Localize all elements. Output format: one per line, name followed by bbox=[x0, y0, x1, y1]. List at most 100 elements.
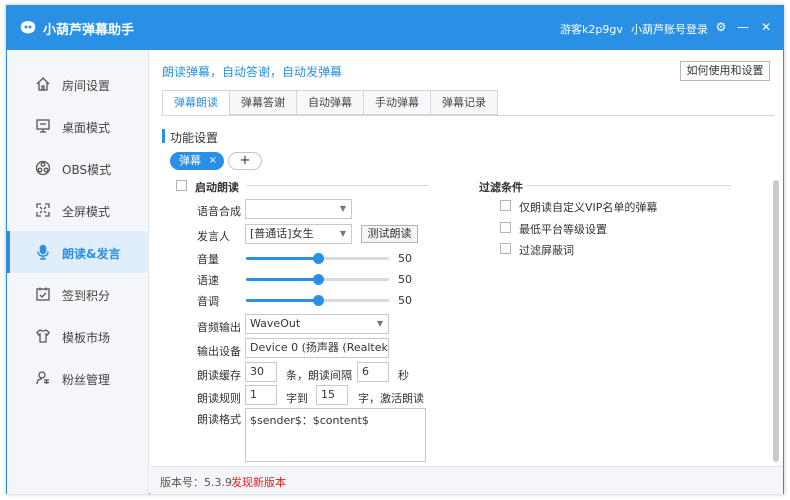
app-title: 小葫芦弹幕助手 bbox=[43, 23, 135, 38]
sidebar-item-fan-management[interactable]: 粉丝管理 bbox=[7, 357, 149, 399]
account-login-link[interactable]: 小葫芦账号登录 bbox=[631, 21, 708, 37]
enable-reading-checkbox[interactable] bbox=[176, 180, 187, 191]
close-icon[interactable]: ✕ bbox=[757, 18, 775, 36]
sidebar-item-obs-mode[interactable]: OBS模式 bbox=[7, 147, 149, 189]
slider-handle[interactable] bbox=[312, 253, 324, 264]
chevron-down-icon: ▼ bbox=[339, 229, 346, 238]
output-device-value: Device 0 (扬声器 (Realtek(R) bbox=[250, 341, 389, 354]
vertical-scrollbar[interactable] bbox=[773, 180, 779, 462]
main-panel: 朗读弹幕，自动答谢，自动发弹幕 如何使用和设置 弹幕朗读 弹幕答谢 自动弹幕 手… bbox=[150, 50, 783, 494]
sidebar-item-checkin-points[interactable]: 签到积分 bbox=[7, 273, 149, 315]
sidebar-item-label: 全屏模式 bbox=[62, 205, 111, 219]
sidebar-item-label: 粉丝管理 bbox=[62, 373, 111, 387]
volume-slider[interactable] bbox=[246, 251, 389, 265]
reading-format-label: 朗读格式 bbox=[197, 413, 241, 426]
tab-manual-danmaku[interactable]: 手动弹幕 bbox=[363, 90, 431, 115]
section-title: 功能设置 bbox=[170, 131, 219, 145]
speed-value: 50 bbox=[398, 273, 412, 286]
divider bbox=[526, 185, 731, 186]
vip-only-checkbox[interactable] bbox=[500, 200, 511, 211]
tab-danmaku-thanks[interactable]: 弹幕答谢 bbox=[229, 90, 297, 115]
speed-slider[interactable] bbox=[246, 272, 389, 286]
sidebar-item-label: 签到积分 bbox=[62, 289, 111, 303]
chevron-down-icon: ▼ bbox=[376, 319, 383, 328]
slider-handle[interactable] bbox=[312, 274, 324, 285]
sidebar-item-label: 朗读&发言 bbox=[62, 247, 121, 261]
rule-suffix-label: 字，激活朗读 bbox=[358, 392, 424, 405]
app-window: 小葫芦弹幕助手 游客k2p9gv 小葫芦账号登录 ⚙ — ✕ 房间设置 桌面模式… bbox=[6, 5, 784, 494]
monitor-icon bbox=[36, 119, 50, 133]
reading-interval-input[interactable]: 6 bbox=[357, 362, 389, 382]
fans-icon bbox=[36, 371, 49, 385]
pitch-slider[interactable] bbox=[246, 293, 389, 307]
speaker-label: 发言人 bbox=[197, 230, 230, 243]
speaker-select[interactable]: [普通话]女生 ▼ bbox=[245, 224, 352, 244]
block-words-checkbox[interactable] bbox=[500, 243, 511, 254]
page-headline: 朗读弹幕，自动答谢，自动发弹幕 bbox=[162, 65, 343, 79]
new-version-link[interactable]: 发现新版本 bbox=[231, 474, 286, 490]
rule-max-input[interactable]: 15 bbox=[316, 385, 348, 405]
rule-min-input[interactable]: 1 bbox=[245, 385, 277, 405]
minimize-icon[interactable]: — bbox=[734, 18, 752, 36]
sidebar: 房间设置 桌面模式 OBS模式 全屏模式 朗读&发言 签到积分 模板市场 粉丝管… bbox=[7, 50, 149, 494]
audio-output-label: 音频输出 bbox=[197, 321, 241, 334]
tab-danmaku-records[interactable]: 弹幕记录 bbox=[430, 90, 498, 115]
sidebar-item-room-settings[interactable]: 房间设置 bbox=[7, 63, 149, 105]
how-to-use-button[interactable]: 如何使用和设置 bbox=[680, 61, 770, 81]
obs-icon bbox=[35, 160, 51, 176]
voice-synth-select[interactable]: ▼ bbox=[245, 199, 352, 219]
speed-label: 语速 bbox=[197, 274, 219, 287]
divider bbox=[246, 185, 429, 186]
tab-auto-danmaku[interactable]: 自动弹幕 bbox=[296, 90, 364, 115]
title-bar: 小葫芦弹幕助手 游客k2p9gv 小葫芦账号登录 ⚙ — ✕ bbox=[7, 6, 783, 50]
block-words-label: 过滤屏蔽词 bbox=[519, 244, 574, 257]
footer-bar: 版本号：5.3.9 发现新版本 bbox=[150, 466, 783, 494]
tab-danmaku-reading[interactable]: 弹幕朗读 bbox=[162, 90, 230, 115]
reading-format-textarea[interactable]: $sender$：$content$ bbox=[245, 408, 426, 462]
guest-username: 游客k2p9gv bbox=[560, 23, 623, 36]
chevron-down-icon: ▼ bbox=[339, 204, 346, 213]
vip-only-label: 仅朗读自定义VIP名单的弹幕 bbox=[519, 201, 658, 214]
slider-fill bbox=[246, 299, 318, 302]
slider-handle[interactable] bbox=[312, 295, 324, 306]
sidebar-item-read-speak[interactable]: 朗读&发言 bbox=[7, 231, 149, 273]
fullscreen-icon bbox=[36, 203, 50, 217]
reading-rule-label: 朗读规则 bbox=[197, 392, 241, 405]
output-device-select[interactable]: Device 0 (扬声器 (Realtek(R) bbox=[245, 338, 389, 358]
slider-fill bbox=[246, 278, 318, 281]
section-accent-bar bbox=[162, 129, 165, 143]
add-chip-button[interactable]: + bbox=[228, 152, 262, 170]
shirt-icon bbox=[36, 329, 50, 343]
test-reading-button[interactable]: 测试朗读 bbox=[361, 225, 418, 243]
sidebar-item-label: 房间设置 bbox=[62, 79, 111, 93]
speaker-value: [普通话]女生 bbox=[250, 227, 314, 240]
pitch-value: 50 bbox=[398, 294, 412, 307]
enable-reading-label: 启动朗读 bbox=[195, 181, 239, 194]
slider-fill bbox=[246, 257, 318, 260]
home-icon bbox=[36, 77, 50, 91]
chip-label: 弹幕 bbox=[179, 154, 201, 167]
settings-gear-icon[interactable]: ⚙ bbox=[712, 18, 730, 36]
sidebar-item-label: OBS模式 bbox=[62, 163, 112, 177]
audio-output-value: WaveOut bbox=[250, 317, 301, 330]
calendar-check-icon bbox=[36, 287, 50, 301]
chip-close-icon[interactable]: × bbox=[209, 152, 217, 170]
sidebar-item-label: 模板市场 bbox=[62, 331, 111, 345]
cache-unit-label: 条，朗读间隔 bbox=[286, 369, 352, 382]
reading-cache-label: 朗读缓存 bbox=[197, 369, 241, 382]
audio-output-select[interactable]: WaveOut ▼ bbox=[245, 314, 389, 334]
min-level-checkbox[interactable] bbox=[500, 222, 511, 233]
sidebar-item-label: 桌面模式 bbox=[62, 121, 111, 135]
gourd-logo-icon bbox=[20, 21, 36, 34]
version-label: 版本号：5.3.9 bbox=[160, 476, 232, 489]
pitch-label: 音调 bbox=[197, 295, 219, 308]
danmaku-chip[interactable]: 弹幕 × bbox=[170, 152, 224, 170]
voice-synth-label: 语音合成 bbox=[197, 205, 241, 218]
sidebar-item-fullscreen-mode[interactable]: 全屏模式 bbox=[7, 189, 149, 231]
sidebar-item-desktop-mode[interactable]: 桌面模式 bbox=[7, 105, 149, 147]
output-device-label: 输出设备 bbox=[197, 345, 241, 358]
sidebar-item-template-market[interactable]: 模板市场 bbox=[7, 315, 149, 357]
reading-cache-input[interactable]: 30 bbox=[245, 362, 277, 382]
min-level-label: 最低平台等级设置 bbox=[519, 223, 607, 236]
interval-unit-label: 秒 bbox=[398, 369, 409, 382]
